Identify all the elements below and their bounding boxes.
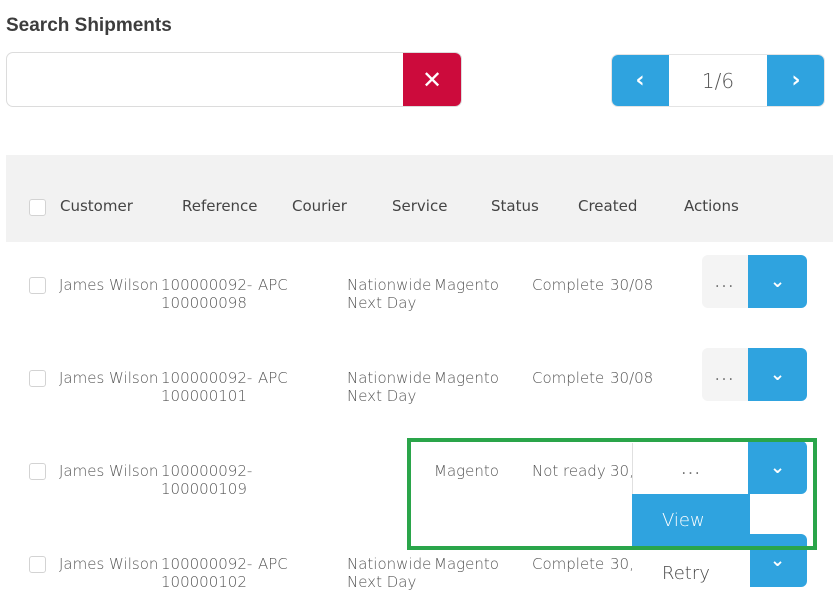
- row-reference-line1: 100000092-: [161, 276, 253, 294]
- menu-item-retry[interactable]: Retry: [632, 547, 750, 590]
- row-status: Complete: [532, 276, 605, 294]
- row-service-line2: Next Day: [347, 573, 417, 590]
- row-more-button[interactable]: ...: [702, 348, 748, 401]
- row-more-button[interactable]: ...: [632, 443, 750, 494]
- chevron-down-icon: ⌄: [769, 550, 786, 571]
- close-icon: ✕: [421, 65, 443, 94]
- row-store: Magento: [434, 462, 499, 480]
- row-courier: APC: [258, 276, 288, 294]
- row-reference-line1: 100000092-: [161, 369, 253, 387]
- previous-page-button[interactable]: ‹: [612, 55, 669, 106]
- row-customer: James Wilson: [59, 462, 159, 480]
- row-courier: APC: [258, 369, 288, 387]
- row-service-line2: Next Day: [347, 387, 417, 405]
- row-status: Not ready: [532, 462, 606, 480]
- row-reference-line2: 100000102: [161, 573, 247, 590]
- row-checkbox[interactable]: [29, 277, 46, 294]
- row-reference-line1: 100000092-: [161, 462, 253, 480]
- chevron-right-icon: ›: [791, 68, 801, 93]
- row-actions-toggle[interactable]: ⌄: [748, 441, 807, 494]
- row-reference-line2: 100000101: [161, 387, 247, 405]
- row-actions-toggle[interactable]: ⌄: [748, 255, 807, 308]
- header-status[interactable]: Status: [491, 197, 539, 215]
- header-courier[interactable]: Courier: [292, 197, 347, 215]
- actions-dropdown-menu: View Retry: [632, 494, 750, 590]
- row-actions-toggle[interactable]: ⌄: [748, 348, 807, 401]
- clear-search-button[interactable]: ✕: [403, 53, 461, 106]
- search-input[interactable]: [7, 53, 405, 106]
- row-store: Magento: [434, 555, 499, 573]
- next-page-button[interactable]: ›: [767, 55, 824, 106]
- header-actions: Actions: [684, 197, 739, 215]
- row-status: Complete: [532, 555, 605, 573]
- row-status: Complete: [532, 369, 605, 387]
- row-store: Magento: [434, 276, 499, 294]
- chevron-left-icon: ‹: [635, 68, 645, 93]
- row-courier: APC: [258, 555, 288, 573]
- row-created: 30/08: [610, 369, 654, 387]
- pagination: ‹ 1/6 ›: [611, 54, 825, 107]
- chevron-down-icon: ⌄: [769, 364, 786, 385]
- header-reference[interactable]: Reference: [182, 197, 258, 215]
- chevron-down-icon: ⌄: [769, 457, 786, 478]
- row-checkbox[interactable]: [29, 556, 46, 573]
- row-checkbox[interactable]: [29, 370, 46, 387]
- row-store: Magento: [434, 369, 499, 387]
- row-service-line1: Nationwide: [347, 369, 432, 387]
- menu-item-view[interactable]: View: [632, 494, 750, 547]
- row-created: 30,: [610, 555, 634, 573]
- row-reference-line2: 100000109: [161, 480, 247, 498]
- row-customer: James Wilson: [59, 555, 159, 573]
- row-created: 30/08: [610, 276, 654, 294]
- row-service-line1: Nationwide: [347, 276, 432, 294]
- header-service[interactable]: Service: [392, 197, 447, 215]
- row-customer: James Wilson: [59, 369, 159, 387]
- row-reference-line1: 100000092-: [161, 555, 253, 573]
- page-title: Search Shipments: [6, 15, 172, 36]
- row-service-line1: Nationwide: [347, 555, 432, 573]
- row-more-button[interactable]: ...: [702, 255, 748, 308]
- row-checkbox[interactable]: [29, 463, 46, 480]
- row-reference-line2: 100000098: [161, 294, 247, 312]
- select-all-checkbox[interactable]: [29, 199, 46, 216]
- row-service-line2: Next Day: [347, 294, 417, 312]
- page-indicator: 1/6: [701, 68, 735, 93]
- search-box: ✕: [6, 52, 462, 107]
- chevron-down-icon: ⌄: [769, 271, 786, 292]
- row-created: 30,: [610, 462, 634, 480]
- header-created[interactable]: Created: [578, 197, 637, 215]
- row-customer: James Wilson: [59, 276, 159, 294]
- header-customer[interactable]: Customer: [60, 197, 133, 215]
- row-actions-toggle[interactable]: ⌄: [748, 534, 807, 587]
